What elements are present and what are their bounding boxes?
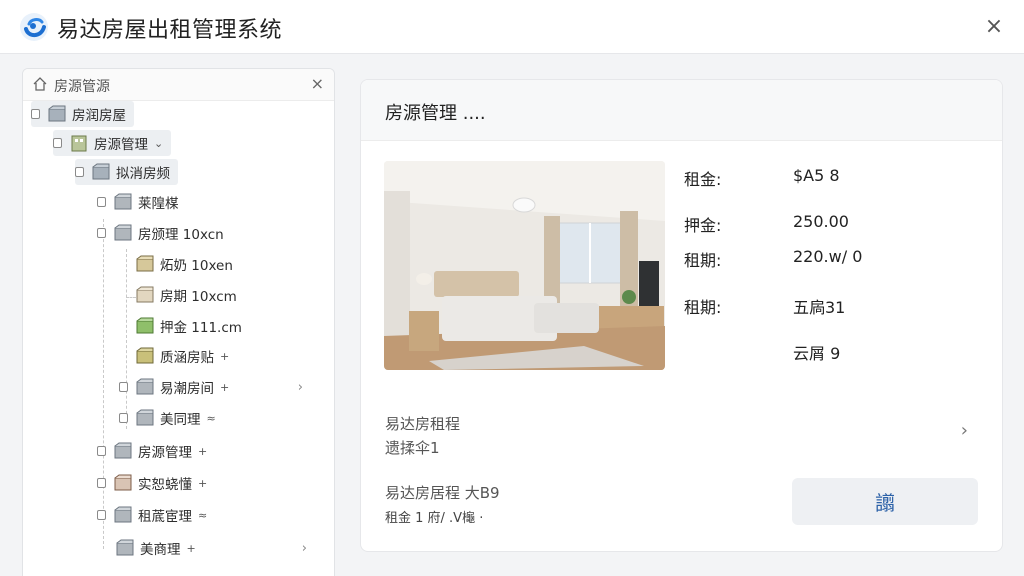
tree-node[interactable]: 实恕蛲懂 + bbox=[97, 470, 207, 496]
tree-node[interactable]: 房颁理 10xcn bbox=[97, 220, 224, 246]
tree-node[interactable]: 莱隍楳 bbox=[97, 189, 179, 215]
detail-value-extra: 云屑 9 bbox=[793, 344, 841, 363]
property-photo bbox=[384, 161, 665, 370]
tree-checkbox[interactable] bbox=[97, 197, 106, 207]
chevron-right-icon[interactable]: › bbox=[298, 380, 303, 395]
chevron-right-icon[interactable]: › bbox=[302, 541, 307, 556]
detail-value-rent: $A5 8 bbox=[793, 166, 840, 185]
tree-node-label: 易潮房间 bbox=[160, 381, 214, 397]
detail-value-deposit: 250.00 bbox=[793, 212, 849, 231]
tree-checkbox[interactable] bbox=[31, 109, 40, 119]
tree-node[interactable]: 房润房屋 bbox=[31, 101, 134, 127]
detail-value-term-2: 五扄31 bbox=[793, 298, 846, 317]
tree-checkbox[interactable] bbox=[53, 138, 62, 148]
tree-node-suffix: + bbox=[198, 476, 208, 490]
tree-node[interactable]: 美同理 ≈ bbox=[119, 405, 216, 431]
card-header: 房源管理 .... bbox=[361, 80, 1002, 141]
home-icon bbox=[33, 77, 47, 91]
property-detail-card: 房源管理 .... 租金: $A5 8 押金: 250.00 租期: 220.w… bbox=[360, 79, 1003, 552]
tree-node[interactable]: 易潮房间 + › bbox=[119, 374, 319, 400]
box-green-icon bbox=[136, 317, 154, 334]
box-icon bbox=[114, 224, 132, 241]
tree-node-label: 实恕蛲懂 bbox=[138, 477, 192, 493]
box-icon bbox=[136, 409, 154, 426]
tree-node-label: 房源管理 bbox=[94, 137, 148, 153]
info-2-title: 易达房居程 大B9 bbox=[385, 484, 500, 502]
tree-node[interactable]: 房源管理 ⌄ bbox=[53, 130, 172, 156]
window-close-icon[interactable]: × bbox=[982, 15, 1006, 39]
detail-label-deposit: 押金: bbox=[684, 216, 722, 235]
detail-label-rent: 租金: bbox=[684, 170, 722, 189]
box-icon bbox=[116, 539, 134, 556]
folder-box-icon bbox=[92, 163, 110, 180]
tree-node[interactable]: 美商理 + › bbox=[101, 535, 323, 561]
box-beige-icon bbox=[136, 286, 154, 303]
tree-node-label: 质涵房贴 bbox=[160, 350, 214, 366]
tree-node-label: 莱隍楳 bbox=[138, 196, 179, 212]
tree-node-label: 押金 111.cm bbox=[160, 320, 242, 336]
tree-checkbox[interactable] bbox=[97, 510, 106, 520]
tree-node-suffix: + bbox=[220, 380, 230, 394]
detail-label-term-2: 租期: bbox=[684, 298, 722, 317]
tree-node-label: 房颁理 10xcn bbox=[138, 227, 224, 243]
app-logo-icon bbox=[20, 13, 48, 41]
tree-connector bbox=[126, 249, 127, 429]
tree-node-label: 美同理 bbox=[160, 412, 201, 428]
tree-connector bbox=[103, 219, 104, 549]
tree-close-icon[interactable]: × bbox=[311, 74, 324, 93]
tree-checkbox[interactable] bbox=[97, 228, 106, 238]
tree-checkbox[interactable] bbox=[119, 413, 128, 423]
action-button[interactable]: 譾 bbox=[792, 478, 978, 525]
tree-node[interactable]: 炻奶 10xen bbox=[135, 251, 233, 277]
tree-node[interactable]: 房期 10xcm bbox=[135, 282, 237, 308]
tree-checkbox[interactable] bbox=[97, 446, 106, 456]
tree-node-label: 拟消房频 bbox=[116, 166, 170, 182]
tree-node-label: 租菧宦理 bbox=[138, 509, 192, 525]
tree-checkbox[interactable] bbox=[119, 382, 128, 392]
box-olive-icon bbox=[136, 347, 154, 364]
card-title: 房源管理 .... bbox=[385, 103, 486, 124]
tree-node-suffix: ≈ bbox=[206, 411, 216, 425]
info-2-subtitle: 租金 1 府/ .V櫷 ‧ bbox=[385, 511, 484, 526]
box-yellow-icon bbox=[136, 255, 154, 272]
tree-checkbox[interactable] bbox=[97, 478, 106, 488]
tree-header: 房源管源 × bbox=[23, 69, 334, 101]
tree-node[interactable]: 房源管理 + bbox=[97, 438, 207, 464]
building-icon bbox=[71, 135, 87, 152]
tree-node[interactable]: 租菧宦理 ≈ bbox=[97, 502, 207, 528]
info-1-title: 易达房租程 bbox=[385, 415, 461, 433]
tree-node-suffix: ≈ bbox=[198, 508, 208, 522]
tree-node-suffix: ⌄ bbox=[154, 136, 164, 150]
box-brown-icon bbox=[114, 474, 132, 491]
box-icon bbox=[114, 442, 132, 459]
title-bar: 易达房屋出租管理系统 × bbox=[0, 0, 1024, 54]
tree-checkbox[interactable] bbox=[75, 167, 84, 177]
tree-header-label: 房源管源 bbox=[54, 79, 110, 95]
chevron-right-icon[interactable]: › bbox=[961, 420, 968, 441]
detail-value-term: 220.w/ 0 bbox=[793, 247, 863, 266]
folder-box-icon bbox=[48, 105, 66, 122]
tree-node-suffix: + bbox=[186, 541, 196, 555]
tree-node-label: 美商理 bbox=[140, 542, 181, 558]
box-icon bbox=[114, 193, 132, 210]
tree-node-label: 房源管理 bbox=[138, 445, 192, 461]
tree-node-suffix: + bbox=[220, 349, 230, 363]
tree-node[interactable]: 押金 111.cm bbox=[135, 313, 242, 339]
tree-node-label: 房期 10xcm bbox=[160, 289, 237, 305]
tree-node[interactable]: 拟消房频 bbox=[75, 159, 178, 185]
detail-label-term: 租期: bbox=[684, 251, 722, 270]
tree-panel: 房源管源 × 房润房屋 房源管理 ⌄ 拟消房频 莱隍楳 房颁理 10xcn 炻奶… bbox=[22, 68, 335, 576]
info-1-subtitle: 遗揉伞1 bbox=[385, 439, 440, 457]
box-icon bbox=[136, 378, 154, 395]
tree-node[interactable]: 质涵房贴 + bbox=[135, 343, 229, 369]
tree-node-label: 房润房屋 bbox=[72, 108, 126, 124]
app-title: 易达房屋出租管理系统 bbox=[57, 18, 283, 43]
tree-node-label: 炻奶 10xen bbox=[160, 258, 233, 274]
box-icon bbox=[114, 506, 132, 523]
tree-node-suffix: + bbox=[198, 444, 208, 458]
